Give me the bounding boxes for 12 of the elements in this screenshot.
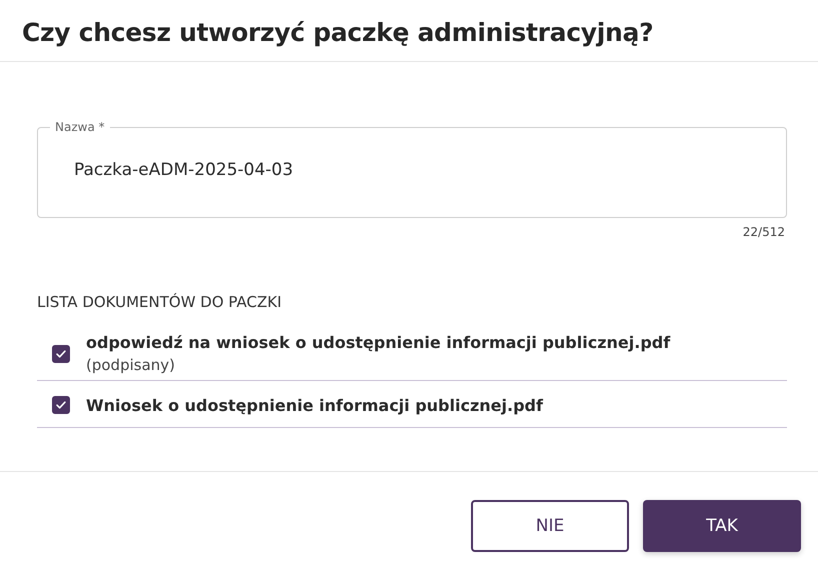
document-name: Wniosek o udostępnienie informacji publicznej.pdf [86, 396, 543, 414]
text-input[interactable]: Paczka-eADM-2025-04-03 [74, 160, 750, 180]
checkbox[interactable] [52, 396, 70, 414]
cancel-button[interactable]: NIE [471, 500, 629, 552]
character-counter: 22/512 [742, 225, 786, 239]
confirm-button[interactable]: TAK [643, 500, 801, 552]
document-note: (podpisany) [86, 356, 176, 374]
section-heading: LISTA DOKUMENTÓW DO PACZKI [37, 293, 283, 311]
document-name: odpowiedź na wniosek o udostępnienie informacji publicznej.pdf [86, 333, 670, 352]
field-label: Nazwa * [54, 120, 106, 134]
checkbox[interactable] [52, 344, 70, 362]
dialog-title: Czy chcesz utworzyć paczkę administracyjną? [0, 0, 818, 62]
